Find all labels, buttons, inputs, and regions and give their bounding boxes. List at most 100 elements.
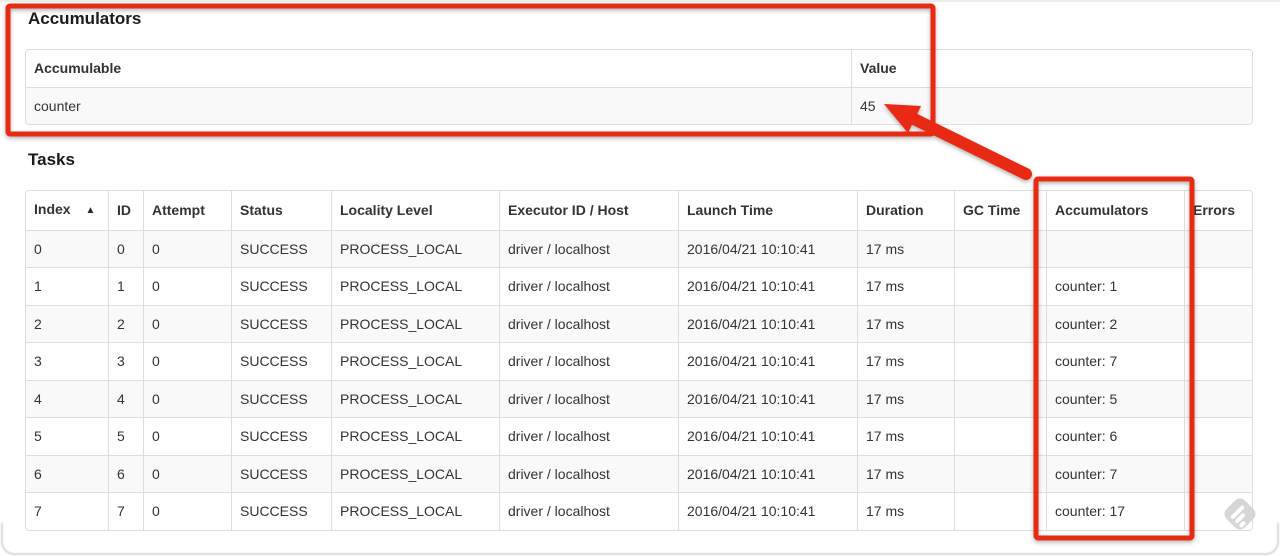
table-cell: 2 xyxy=(108,304,143,342)
table-cell: 5 xyxy=(108,417,143,455)
table-cell: 17 ms xyxy=(857,417,954,455)
table-cell: driver / localhost xyxy=(499,267,678,305)
table-cell xyxy=(954,342,1046,380)
table-cell: 2016/04/21 10:10:41 xyxy=(678,267,857,305)
annotation-arrow-shaft xyxy=(906,112,1032,180)
table-cell xyxy=(954,229,1046,267)
table-cell: 0 xyxy=(143,229,231,267)
table-cell: counter: 6 xyxy=(1046,417,1184,455)
table-cell: 6 xyxy=(26,454,108,492)
table-cell: driver / localhost xyxy=(499,342,678,380)
table-cell xyxy=(1184,379,1252,417)
table-cell xyxy=(954,379,1046,417)
table-cell: counter: 1 xyxy=(1046,267,1184,305)
errors-column-header[interactable]: Errors xyxy=(1184,191,1252,230)
table-cell: SUCCESS xyxy=(231,267,331,305)
table-cell: PROCESS_LOCAL xyxy=(331,304,499,342)
id-column-header[interactable]: ID xyxy=(108,191,143,230)
table-cell: 2016/04/21 10:10:41 xyxy=(678,379,857,417)
table-cell xyxy=(1184,417,1252,455)
table-cell: PROCESS_LOCAL xyxy=(331,267,499,305)
table-cell xyxy=(954,304,1046,342)
table-row: 1 1 0 SUCCESS PROCESS_LOCAL driver / localhos… xyxy=(26,267,1252,305)
table-cell xyxy=(1184,267,1252,305)
locality-level-column-header[interactable]: Locality Level xyxy=(331,191,499,230)
table-cell: 5 xyxy=(26,417,108,455)
table-cell: 6 xyxy=(108,454,143,492)
spark-stage-page: Accumulators Accumulable Value counter 45… xyxy=(0,0,1280,556)
index-column-label: Index xyxy=(34,201,71,217)
value-column-header[interactable]: Value xyxy=(851,50,1252,87)
table-cell xyxy=(954,417,1046,455)
table-cell: 0 xyxy=(108,229,143,267)
table-cell: 0 xyxy=(143,379,231,417)
table-cell: 17 ms xyxy=(857,229,954,267)
accumulators-table: Accumulable Value counter 45 xyxy=(25,49,1253,125)
table-header-row: Accumulable Value xyxy=(26,50,1252,87)
table-cell: 0 xyxy=(143,454,231,492)
executor-host-column-header[interactable]: Executor ID / Host xyxy=(499,191,678,230)
table-cell: 2016/04/21 10:10:41 xyxy=(678,492,857,530)
table-cell: PROCESS_LOCAL xyxy=(331,342,499,380)
table-row: counter 45 xyxy=(26,86,1252,124)
window-top-edge xyxy=(0,0,1280,2)
table-cell: 2016/04/21 10:10:41 xyxy=(678,417,857,455)
table-cell xyxy=(1184,492,1252,530)
table-cell xyxy=(954,454,1046,492)
table-cell: 0 xyxy=(143,417,231,455)
table-cell: PROCESS_LOCAL xyxy=(331,492,499,530)
table-row: 0 0 0 SUCCESS PROCESS_LOCAL driver / localhos… xyxy=(26,229,1252,267)
table-cell: 0 xyxy=(143,492,231,530)
table-cell: 17 ms xyxy=(857,492,954,530)
table-cell: driver / localhost xyxy=(499,229,678,267)
accumulable-column-header[interactable]: Accumulable xyxy=(26,50,851,87)
table-cell: counter: 7 xyxy=(1046,342,1184,380)
table-cell xyxy=(1046,229,1184,267)
table-cell: 0 xyxy=(143,267,231,305)
table-cell xyxy=(1184,304,1252,342)
table-cell: 17 ms xyxy=(857,342,954,380)
table-cell: 2 xyxy=(26,304,108,342)
table-cell: 2016/04/21 10:10:41 xyxy=(678,304,857,342)
table-cell: 1 xyxy=(26,267,108,305)
status-column-header[interactable]: Status xyxy=(231,191,331,230)
table-cell: 2016/04/21 10:10:41 xyxy=(678,454,857,492)
table-cell: 2016/04/21 10:10:41 xyxy=(678,342,857,380)
table-cell: 3 xyxy=(26,342,108,380)
table-cell: PROCESS_LOCAL xyxy=(331,379,499,417)
table-cell xyxy=(1184,342,1252,380)
table-cell: 4 xyxy=(108,379,143,417)
table-cell: SUCCESS xyxy=(231,342,331,380)
table-cell: counter: 5 xyxy=(1046,379,1184,417)
accumulators-column-header[interactable]: Accumulators xyxy=(1046,191,1184,230)
table-cell: counter: 17 xyxy=(1046,492,1184,530)
table-cell: PROCESS_LOCAL xyxy=(331,417,499,455)
accumulators-section-title: Accumulators xyxy=(28,9,142,28)
table-cell: driver / localhost xyxy=(499,379,678,417)
table-cell: 2016/04/21 10:10:41 xyxy=(678,229,857,267)
duration-column-header[interactable]: Duration xyxy=(857,191,954,230)
table-cell: 4 xyxy=(26,379,108,417)
table-cell xyxy=(954,267,1046,305)
table-row: 5 5 0 SUCCESS PROCESS_LOCAL driver / localhos… xyxy=(26,417,1252,455)
launch-time-column-header[interactable]: Launch Time xyxy=(678,191,857,230)
attempt-column-header[interactable]: Attempt xyxy=(143,191,231,230)
table-cell: driver / localhost xyxy=(499,304,678,342)
table-cell: PROCESS_LOCAL xyxy=(331,454,499,492)
table-cell: SUCCESS xyxy=(231,492,331,530)
table-row: 7 7 0 SUCCESS PROCESS_LOCAL driver / localhos… xyxy=(26,492,1252,530)
tasks-section-title: Tasks xyxy=(28,150,75,169)
gc-time-column-header[interactable]: GC Time xyxy=(954,191,1046,230)
table-cell: driver / localhost xyxy=(499,417,678,455)
table-row: 3 3 0 SUCCESS PROCESS_LOCAL driver / localhos… xyxy=(26,342,1252,380)
table-cell: 1 xyxy=(108,267,143,305)
table-cell: SUCCESS xyxy=(231,454,331,492)
tasks-table: Index ▲ ID Attempt Status Locality Level… xyxy=(25,190,1253,531)
table-cell: 0 xyxy=(143,304,231,342)
table-cell: 17 ms xyxy=(857,454,954,492)
index-column-header[interactable]: Index ▲ xyxy=(26,191,108,230)
table-header-row: Index ▲ ID Attempt Status Locality Level… xyxy=(26,191,1252,230)
table-cell: 17 ms xyxy=(857,379,954,417)
table-cell: driver / localhost xyxy=(499,454,678,492)
table-cell: counter: 2 xyxy=(1046,304,1184,342)
